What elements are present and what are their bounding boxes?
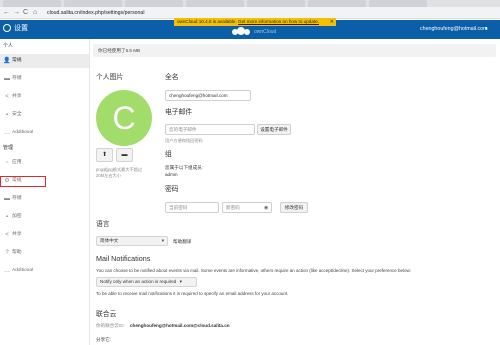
sidebar-item-label: 安全 xyxy=(12,112,22,117)
sidebar-item-label: 加密 xyxy=(12,214,22,219)
browser-tab[interactable] xyxy=(308,0,366,7)
app-title[interactable]: 设置 xyxy=(14,24,28,34)
sidebar-item-label: 共享 xyxy=(12,232,22,237)
upload-icon: ⬆ xyxy=(101,152,108,158)
browser-tab[interactable] xyxy=(369,0,427,7)
avatar: C xyxy=(96,90,152,146)
home-icon[interactable]: ⌂ xyxy=(33,8,37,18)
profile-picture-title: 个人图片 xyxy=(96,74,124,81)
share-icon: < xyxy=(5,232,9,238)
chevron-down-icon[interactable]: ▾ xyxy=(485,24,488,34)
highlight-annotation-box xyxy=(0,176,46,187)
language-value: 简体中文 xyxy=(100,238,119,243)
email-hint: 用户方便和找回密码 xyxy=(165,138,203,143)
sidebar-item-apps[interactable]: ▫ 应用 xyxy=(0,156,89,170)
dots-icon: … xyxy=(4,130,10,136)
sidebar-item-label: 常规 xyxy=(12,58,22,63)
group-title: 组 xyxy=(165,151,172,158)
close-icon[interactable]: ✕ xyxy=(330,18,334,26)
sidebar-item-label: 应用 xyxy=(12,160,22,165)
person-icon: 👤 xyxy=(3,58,11,64)
sidebar-item-label: 帮助 xyxy=(12,250,22,255)
user-menu[interactable]: chenghoufeng@hotmail.com xyxy=(420,24,488,34)
brand-name: ownCloud xyxy=(254,29,277,35)
update-info-link[interactable]: Get more information on how to update. xyxy=(238,19,319,24)
sidebar-item-additional[interactable]: … Additional xyxy=(0,126,89,140)
sidebar-section-personal: 个人 xyxy=(3,43,14,49)
settings-gear-icon xyxy=(3,24,11,32)
update-banner-text: ownCloud 10.4.0 is available. xyxy=(177,19,237,24)
lock-icon: ▪ xyxy=(5,214,9,220)
sidebar-item-label: Additional xyxy=(12,268,34,273)
browser-tab[interactable] xyxy=(64,0,122,7)
back-icon[interactable]: ← xyxy=(3,8,10,18)
chevron-down-icon: ▾ xyxy=(161,238,164,243)
cloud-logo-icon xyxy=(232,27,252,35)
sidebar-item-admin-sharing[interactable]: < 共享 xyxy=(0,228,89,242)
language-title: 语言 xyxy=(96,221,110,228)
sidebar-item-label: Additional xyxy=(12,130,34,135)
password-title: 密码 xyxy=(165,186,179,193)
update-banner: ownCloud 10.4.0 is available. Get more i… xyxy=(174,18,336,26)
browser-tab[interactable] xyxy=(186,0,244,7)
sidebar: 个人 👤 常规 ▬ 存储 < 共享 ▪ 安全 … Additional 管理 ▫… xyxy=(0,39,90,345)
sidebar-item-general[interactable]: 👤 常规 xyxy=(0,54,89,68)
help-icon: ? xyxy=(5,250,9,256)
federated-cloud-title: 联合云 xyxy=(96,311,117,318)
forward-icon[interactable]: → xyxy=(13,8,20,18)
mail-notifications-note: To be able to receive mail notifications… xyxy=(96,291,289,296)
url-field[interactable]: cloud.salita.cn/index.php/settings/perso… xyxy=(47,8,144,18)
folder-icon: ▬ xyxy=(121,152,128,158)
sidebar-item-label: 存储 xyxy=(12,196,22,201)
set-email-button[interactable]: 设置电子邮件 xyxy=(257,124,291,135)
quota-bar: 你已经使用了5.5 MB xyxy=(93,44,496,57)
upload-avatar-button[interactable]: ⬆ xyxy=(96,148,113,162)
group-name: admin xyxy=(165,172,178,177)
browser-tab-strip xyxy=(0,0,500,7)
federated-cloud-id-label: 你的联合云ID: xyxy=(96,323,125,328)
full-name-field[interactable]: chenghoufeng@hotmail.com xyxy=(165,90,251,101)
email-title: 电子邮件 xyxy=(165,109,193,116)
avatar-hint-line2: 20M左右大小 xyxy=(96,173,121,178)
mail-notifications-value: Notify only when an action is required xyxy=(100,279,177,284)
avatar-letter: C xyxy=(112,100,136,136)
current-password-field[interactable]: 当前密码 xyxy=(165,202,219,213)
folder-icon: ▬ xyxy=(4,76,10,82)
sidebar-item-help[interactable]: ? 帮助 xyxy=(0,246,89,260)
sidebar-item-label: 存储 xyxy=(12,76,22,81)
sidebar-item-sharing[interactable]: < 共享 xyxy=(0,90,89,104)
language-select[interactable]: 简体中文 ▾ xyxy=(96,236,168,246)
change-password-button[interactable]: 修改密码 xyxy=(280,202,308,213)
apps-icon: ▫ xyxy=(5,160,9,166)
eye-icon[interactable]: ◉ xyxy=(264,205,268,212)
mail-notifications-description: You can choose to be notified about even… xyxy=(96,268,412,273)
sidebar-section-admin: 管理 xyxy=(3,145,14,151)
folder-icon: ▬ xyxy=(4,196,10,202)
help-translate-link[interactable]: 帮助翻译 xyxy=(173,238,191,245)
choose-from-files-button[interactable]: ▬ xyxy=(116,148,133,162)
reload-icon[interactable]: C xyxy=(23,8,28,18)
share-icon: < xyxy=(5,94,9,100)
browser-tab[interactable] xyxy=(247,0,305,7)
sidebar-item-storage[interactable]: ▬ 存储 xyxy=(0,72,89,86)
dots-icon: … xyxy=(4,268,10,274)
chevron-down-icon: ▾ xyxy=(179,279,182,284)
full-name-title: 全名 xyxy=(165,74,179,81)
quota-text: 你已经使用了5.5 MB xyxy=(98,48,141,53)
federated-cloud-id: chenghoufeng@hotmail.com@cloud.salita.cn xyxy=(130,323,230,328)
sidebar-item-encryption[interactable]: ▪ 加密 xyxy=(0,210,89,224)
sidebar-item-admin-storage[interactable]: ▬ 存储 xyxy=(0,192,89,206)
mail-notifications-title: Mail Notifications xyxy=(96,254,151,263)
browser-tab[interactable] xyxy=(125,0,183,7)
mail-notifications-select[interactable]: Notify only when an action is required ▾ xyxy=(96,277,197,287)
share-it-label: 分享它: xyxy=(96,337,112,342)
sidebar-item-label: 共享 xyxy=(12,94,22,99)
browser-tab[interactable] xyxy=(3,0,61,7)
group-description: 您属于以下组成员: xyxy=(165,165,204,170)
email-field[interactable]: 您的电子邮件 xyxy=(165,124,255,135)
sidebar-item-security[interactable]: ▪ 安全 xyxy=(0,108,89,122)
sidebar-item-admin-additional[interactable]: … Additional xyxy=(0,264,89,278)
lock-icon: ▪ xyxy=(5,112,9,118)
